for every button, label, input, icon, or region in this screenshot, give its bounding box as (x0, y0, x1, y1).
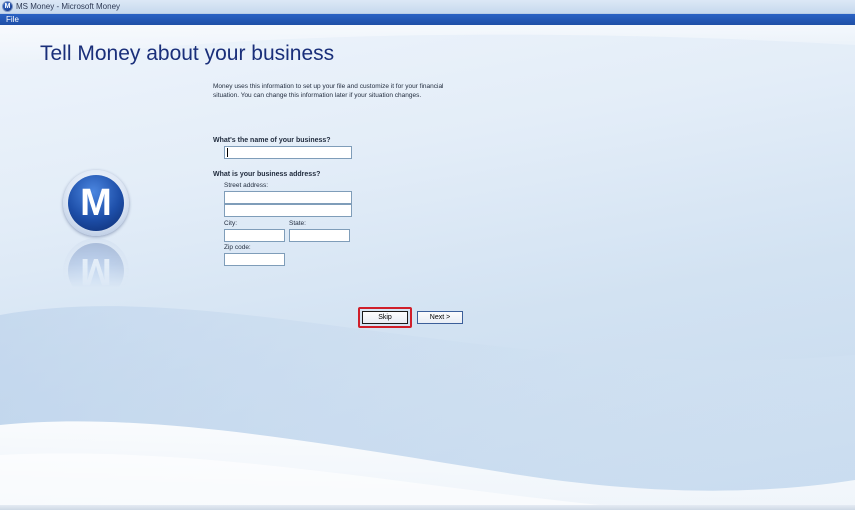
address-question: What is your business address? (213, 171, 321, 178)
window-bottom-edge (0, 505, 855, 510)
street-address-line1-input[interactable] (224, 191, 352, 204)
business-name-question: What's the name of your business? (213, 137, 331, 144)
street-address-label: Street address: (224, 182, 269, 189)
window-title-bar: M MS Money - Microsoft Money (0, 0, 855, 14)
business-name-input[interactable] (224, 146, 352, 159)
money-logo-icon: M (2, 1, 13, 12)
zip-code-input[interactable] (224, 253, 285, 266)
menu-item-file[interactable]: File (6, 14, 19, 25)
page-title: Tell Money about your business (40, 42, 335, 65)
next-button[interactable]: Next > (417, 311, 463, 324)
skip-button[interactable]: Skip (362, 311, 408, 324)
money-logo-reflection: M (63, 238, 129, 304)
city-input[interactable] (224, 229, 285, 242)
logo-letter: M (68, 175, 124, 231)
menu-bar: File (0, 14, 855, 25)
street-address-line2-input[interactable] (224, 204, 352, 217)
state-label: State: (289, 220, 306, 227)
money-logo: M (63, 170, 129, 236)
zip-code-label: Zip code: (224, 244, 251, 251)
logo-reflection-letter: M (68, 243, 124, 299)
window-title: MS Money - Microsoft Money (16, 2, 121, 11)
intro-text: Money uses this information to set up yo… (213, 83, 444, 99)
city-label: City: (224, 220, 237, 227)
text-caret (227, 148, 228, 157)
state-input[interactable] (289, 229, 350, 242)
